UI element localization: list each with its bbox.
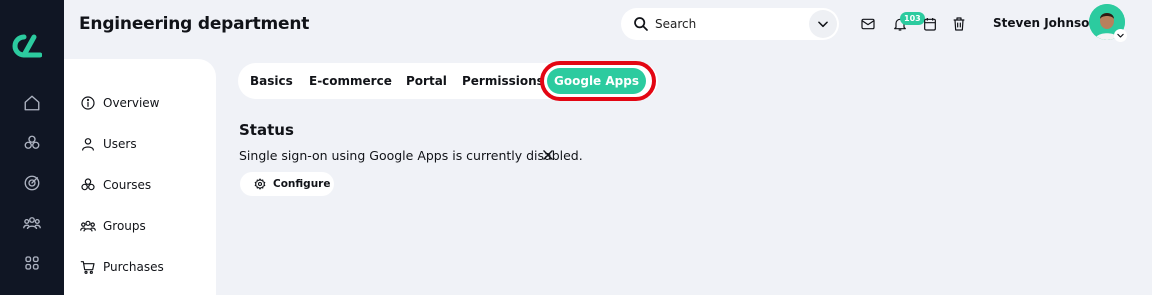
cart-icon bbox=[80, 261, 95, 274]
sidebar-item-courses[interactable]: Courses bbox=[80, 175, 151, 195]
search-icon bbox=[634, 17, 648, 31]
apps-icon[interactable] bbox=[22, 253, 42, 273]
side-navigation: Overview Users Courses Groups Purchases bbox=[64, 59, 216, 295]
sidebar-item-users[interactable]: Users bbox=[80, 134, 137, 154]
info-icon bbox=[81, 96, 95, 110]
brand-logo[interactable] bbox=[12, 33, 42, 59]
app-rail bbox=[0, 0, 64, 295]
account-menu-button[interactable] bbox=[1114, 29, 1127, 42]
chevron-down-icon bbox=[1117, 33, 1124, 38]
home-icon[interactable] bbox=[22, 93, 42, 113]
sidebar-item-purchases[interactable]: Purchases bbox=[80, 257, 164, 277]
settings-tabs: Basics E-commerce Portal Permissions Goo… bbox=[238, 63, 658, 99]
search-bar[interactable] bbox=[621, 8, 839, 40]
sidebar-item-groups[interactable]: Groups bbox=[80, 216, 146, 236]
search-dropdown-button[interactable] bbox=[809, 10, 837, 38]
calendar-icon[interactable] bbox=[922, 16, 938, 32]
configure-button[interactable]: Configure bbox=[240, 172, 334, 196]
search-input[interactable] bbox=[655, 14, 795, 34]
user-icon bbox=[82, 138, 94, 151]
close-icon bbox=[543, 150, 553, 160]
status-text: Single sign-on using Google Apps is curr… bbox=[239, 148, 583, 163]
tab-portal[interactable]: Portal bbox=[406, 63, 447, 99]
user-name[interactable]: Steven Johnson bbox=[993, 16, 1098, 30]
tab-basics[interactable]: Basics bbox=[250, 63, 293, 99]
sidebar-item-label: Courses bbox=[103, 178, 152, 192]
sidebar-item-overview[interactable]: Overview bbox=[80, 93, 160, 113]
tab-permissions[interactable]: Permissions bbox=[462, 63, 544, 99]
gear-icon bbox=[254, 178, 266, 190]
sidebar-item-label: Users bbox=[103, 137, 137, 151]
groups-icon[interactable] bbox=[22, 213, 42, 233]
tab-google-apps[interactable]: Google Apps bbox=[547, 68, 646, 94]
tab-e-commerce[interactable]: E-commerce bbox=[309, 63, 392, 99]
sidebar-item-label: Overview bbox=[103, 96, 160, 110]
status-heading: Status bbox=[239, 121, 294, 139]
notification-badge: 103 bbox=[900, 12, 925, 25]
sidebar-item-label: Purchases bbox=[103, 260, 164, 274]
groups-icon bbox=[80, 220, 96, 232]
courses-icon bbox=[81, 178, 95, 191]
sidebar-item-label: Groups bbox=[103, 219, 146, 233]
courses-icon[interactable] bbox=[22, 133, 42, 153]
configure-label: Configure bbox=[273, 178, 331, 190]
target-icon[interactable] bbox=[22, 173, 42, 193]
trash-icon[interactable] bbox=[951, 16, 967, 32]
page-title: Engineering department bbox=[79, 14, 310, 34]
chevron-down-icon bbox=[818, 21, 828, 28]
mail-icon[interactable] bbox=[860, 16, 876, 32]
